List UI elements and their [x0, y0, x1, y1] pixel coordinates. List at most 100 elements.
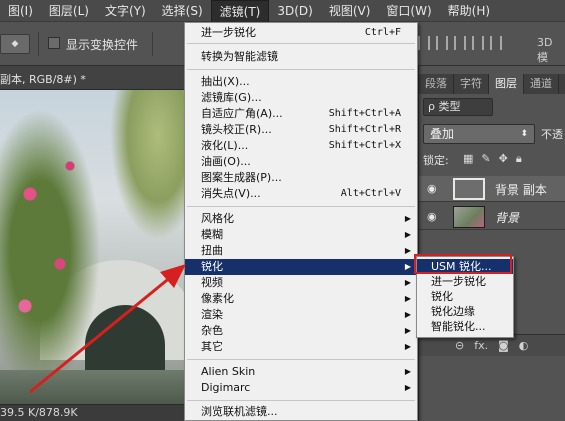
submenu-arrow-icon: ▶: [404, 230, 411, 239]
layers-panel: 段落 字符 图层 通道 ρ 类型 叠加 ⬍ 不透 锁定: ▦ ✎ ✥ 🔒︎ ◉ …: [418, 66, 565, 421]
submenu-arrow-icon: ▶: [404, 214, 411, 223]
submenu-item-smart-sharpen[interactable]: 智能锐化...: [417, 319, 513, 334]
menu-item-pattern-maker[interactable]: 图案生成器(P)...: [185, 170, 417, 186]
visibility-eye-icon[interactable]: ◉: [427, 182, 437, 195]
align-icon[interactable]: [436, 36, 448, 50]
canvas-photo[interactable]: [0, 90, 188, 404]
lock-transparent-icon[interactable]: ▦: [463, 152, 473, 166]
layer-kind-filter[interactable]: ρ 类型: [423, 98, 493, 116]
submenu-arrow-icon: ▶: [404, 367, 411, 376]
mask-icon[interactable]: ◙: [498, 339, 509, 352]
menu-item-label: 滤镜库(G)...: [201, 91, 262, 104]
lock-all-icon[interactable]: 🔒︎: [516, 152, 522, 166]
show-transform-controls-checkbox[interactable]: [48, 37, 60, 49]
menu-item-other[interactable]: 其它 ▶: [185, 339, 417, 355]
menu-item-convert-smart-filters[interactable]: 转换为智能滤镜: [185, 49, 417, 65]
submenu-arrow-icon: ▶: [404, 294, 411, 303]
visibility-eye-icon[interactable]: ◉: [427, 210, 437, 223]
tab-paragraph[interactable]: 段落: [419, 74, 454, 94]
menu-item-label: 进一步锐化: [201, 26, 256, 39]
layer-thumbnail: [453, 206, 485, 228]
menu-help[interactable]: 帮助(H): [440, 0, 498, 22]
menu-select[interactable]: 选择(S): [154, 0, 211, 22]
menu-item-label: 扭曲: [201, 244, 223, 257]
menu-layer[interactable]: 图层(L): [41, 0, 97, 22]
menu-item-label: 消失点(V)...: [201, 187, 261, 200]
lock-paint-icon[interactable]: ✎: [481, 152, 490, 166]
tab-layers[interactable]: 图层: [489, 74, 524, 94]
opacity-label: 不透: [541, 128, 563, 141]
layer-thumbnail: [453, 178, 485, 200]
align-icon[interactable]: [454, 36, 466, 50]
menu-item-label: 自适应广角(A)...: [201, 107, 283, 120]
menu-type[interactable]: 文字(Y): [97, 0, 154, 22]
submenu-item-sharpen[interactable]: 锐化: [417, 289, 513, 304]
menu-item-label: 浏览联机滤镜...: [201, 405, 278, 418]
menu-item-pixelate[interactable]: 像素化 ▶: [185, 291, 417, 307]
fx-icon[interactable]: fx.: [474, 339, 488, 352]
menu-item-label: 液化(L)...: [201, 139, 249, 152]
menu-item-label: 抽出(X)...: [201, 75, 250, 88]
layer-row[interactable]: ◉ 背景: [419, 204, 565, 230]
adjustment-icon[interactable]: ◐: [519, 339, 529, 352]
menu-item-lens-correction[interactable]: 镜头校正(R)... Shift+Ctrl+R: [185, 122, 417, 138]
menu-3d[interactable]: 3D(D): [269, 0, 320, 22]
menu-item-label: 渲染: [201, 308, 223, 321]
menu-item-label: 锐化: [201, 260, 223, 273]
align-icon[interactable]: [490, 36, 502, 50]
layer-name: 背景 副本: [495, 183, 547, 197]
submenu-arrow-icon: ▶: [404, 383, 411, 392]
menu-view[interactable]: 视图(V): [321, 0, 379, 22]
tab-character[interactable]: 字符: [454, 74, 489, 94]
menu-item-vanishing-point[interactable]: 消失点(V)... Alt+Ctrl+V: [185, 186, 417, 202]
menu-item-label: 视频: [201, 276, 223, 289]
panel-tabs: 段落 字符 图层 通道: [419, 74, 565, 94]
menu-item-extract[interactable]: 抽出(X)...: [185, 74, 417, 90]
menu-item-label: Alien Skin: [201, 365, 256, 378]
menu-item-label: 转换为智能滤镜: [201, 50, 278, 63]
lock-label: 锁定:: [423, 154, 449, 167]
align-icon[interactable]: [418, 36, 430, 50]
menu-image[interactable]: 图(I): [0, 0, 41, 22]
options-divider: [38, 32, 39, 56]
menu-item-liquify[interactable]: 液化(L)... Shift+Ctrl+X: [185, 138, 417, 154]
status-bar: 39.5 K/878.9K: [0, 404, 188, 421]
menu-item-label: 杂色: [201, 324, 223, 337]
align-icon[interactable]: [472, 36, 484, 50]
menu-filter[interactable]: 滤镜(T): [210, 0, 270, 22]
menu-item-sharpen[interactable]: 锐化 ▶: [185, 259, 417, 275]
menu-item-label: 镜头校正(R)...: [201, 123, 272, 136]
menu-item-last-filter[interactable]: 进一步锐化 Ctrl+F: [185, 25, 417, 41]
align-distribute-icons[interactable]: [418, 36, 528, 52]
tool-preset-stepper[interactable]: ◆: [0, 34, 30, 54]
submenu-item-sharpen-edges[interactable]: 锐化边缘: [417, 304, 513, 319]
menu-item-noise[interactable]: 杂色 ▶: [185, 323, 417, 339]
menu-item-distort[interactable]: 扭曲 ▶: [185, 243, 417, 259]
blend-mode-select[interactable]: 叠加 ⬍: [423, 124, 535, 144]
menu-item-browse-online-filters[interactable]: 浏览联机滤镜...: [185, 404, 417, 420]
shortcut-label: Alt+Ctrl+V: [340, 188, 401, 199]
menu-item-digimarc[interactable]: Digimarc ▶: [185, 380, 417, 396]
layer-row[interactable]: ◉ 背景 副本: [419, 176, 565, 202]
submenu-arrow-icon: ▶: [404, 246, 411, 255]
shortcut-label: Shift+Ctrl+A: [328, 108, 401, 119]
submenu-item-sharpen-more[interactable]: 进一步锐化: [417, 274, 513, 289]
menu-item-render[interactable]: 渲染 ▶: [185, 307, 417, 323]
mode-3d-label[interactable]: 3D 模: [537, 36, 565, 65]
menu-item-adaptive-wide-angle[interactable]: 自适应广角(A)... Shift+Ctrl+A: [185, 106, 417, 122]
lock-position-icon[interactable]: ✥: [499, 152, 508, 166]
menu-item-oil-paint[interactable]: 油画(O)...: [185, 154, 417, 170]
menu-item-blur[interactable]: 模糊 ▶: [185, 227, 417, 243]
menu-item-stylize[interactable]: 风格化 ▶: [185, 211, 417, 227]
menu-separator: [187, 43, 415, 44]
menu-window[interactable]: 窗口(W): [378, 0, 439, 22]
menu-item-label: 风格化: [201, 212, 234, 225]
menu-item-video[interactable]: 视频 ▶: [185, 275, 417, 291]
menu-item-filter-gallery[interactable]: 滤镜库(G)...: [185, 90, 417, 106]
link-icon[interactable]: ⊝: [455, 339, 464, 352]
tab-channels[interactable]: 通道: [524, 74, 559, 94]
menu-separator: [187, 359, 415, 360]
lock-icons: ▦ ✎ ✥ 🔒︎: [463, 152, 522, 166]
menu-item-label: 图案生成器(P)...: [201, 171, 282, 184]
menu-item-alien-skin[interactable]: Alien Skin ▶: [185, 364, 417, 380]
